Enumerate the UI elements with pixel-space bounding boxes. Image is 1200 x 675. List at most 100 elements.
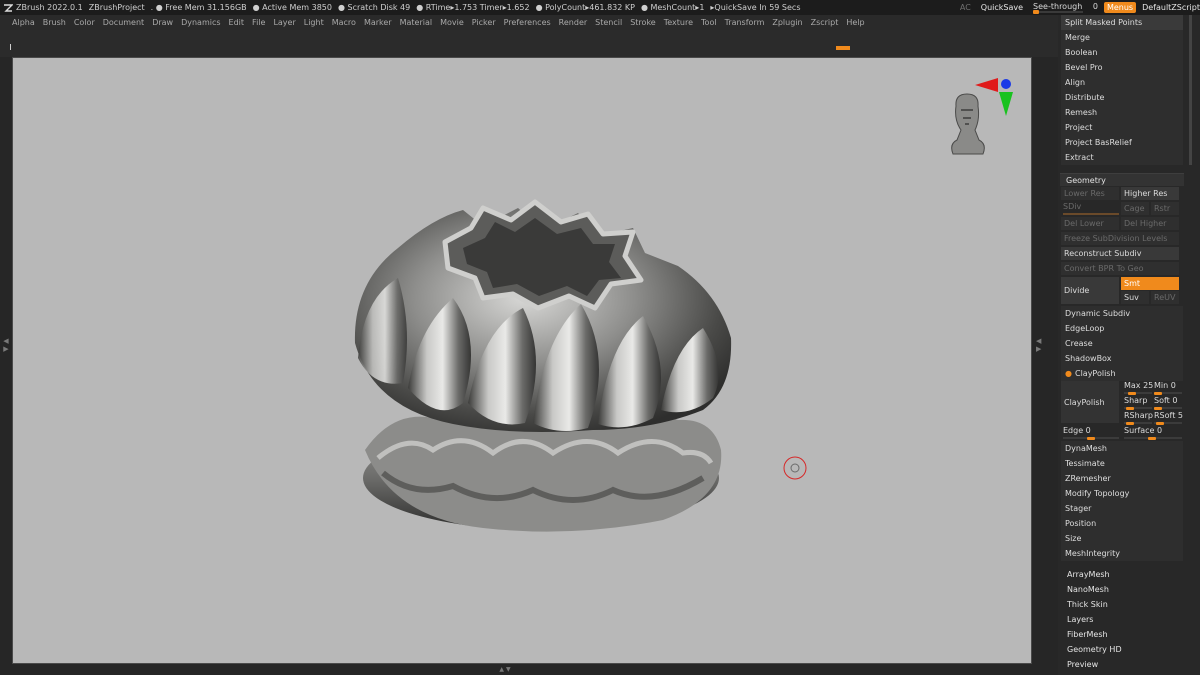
palette-scrollbar[interactable]: [1189, 15, 1192, 165]
menu-light[interactable]: Light: [304, 18, 324, 27]
rstr-button[interactable]: Rstr: [1151, 202, 1179, 215]
geometry-hd-section[interactable]: Geometry HD: [1067, 645, 1122, 654]
menu-brush[interactable]: Brush: [43, 18, 66, 27]
claypolish-button[interactable]: ClayPolish: [1061, 381, 1119, 423]
fibermesh-section[interactable]: FiberMesh: [1067, 630, 1108, 639]
min-knob[interactable]: [1154, 392, 1162, 395]
gizmo-y-axis[interactable]: [999, 92, 1013, 116]
project-basrelief-button[interactable]: Project BasRelief: [1061, 135, 1183, 150]
ac-button[interactable]: AC: [960, 3, 971, 12]
menu-stencil[interactable]: Stencil: [595, 18, 622, 27]
gizmo-x-axis[interactable]: [975, 78, 998, 92]
navigation-head-gizmo[interactable]: [951, 78, 1013, 155]
right-tray-arrow-icon[interactable]: ◀ ▶: [1036, 337, 1041, 353]
menu-dynamics[interactable]: Dynamics: [181, 18, 220, 27]
edge-slider[interactable]: Edge 0: [1063, 426, 1119, 440]
modify-topology-button[interactable]: Modify Topology: [1061, 486, 1183, 501]
menu-edit[interactable]: Edit: [229, 18, 245, 27]
menu-file[interactable]: File: [252, 18, 265, 27]
soft-slider[interactable]: Soft 0: [1154, 396, 1182, 410]
align-button[interactable]: Align: [1061, 75, 1183, 90]
split-masked-points-button[interactable]: Split Masked Points: [1061, 15, 1183, 30]
see-through-slider[interactable]: See-through 0: [1033, 2, 1098, 14]
rsharp-knob[interactable]: [1126, 422, 1134, 425]
nanomesh-section[interactable]: NanoMesh: [1067, 585, 1109, 594]
reuv-toggle[interactable]: ReUV: [1151, 291, 1179, 304]
bottom-tray-grip-icon[interactable]: ▲ ▼: [480, 667, 530, 673]
extract-button[interactable]: Extract: [1061, 150, 1183, 165]
sculpt-mesh[interactable]: [354, 199, 732, 532]
higher-res-button[interactable]: Higher Res: [1121, 187, 1179, 200]
default-zscript-button[interactable]: DefaultZScript: [1142, 3, 1200, 12]
stager-button[interactable]: Stager: [1061, 501, 1183, 516]
boolean-button[interactable]: Boolean: [1061, 45, 1183, 60]
menus-toggle[interactable]: Menus: [1103, 2, 1137, 13]
menu-document[interactable]: Document: [103, 18, 144, 27]
arraymesh-section[interactable]: ArrayMesh: [1067, 570, 1110, 579]
menu-texture[interactable]: Texture: [664, 18, 693, 27]
rsharp-slider[interactable]: RSharp: [1124, 411, 1153, 425]
edgeloop-button[interactable]: EdgeLoop: [1061, 321, 1183, 336]
cage-button[interactable]: Cage: [1121, 202, 1149, 215]
shadowbox-button[interactable]: ShadowBox: [1061, 351, 1183, 366]
menu-tool[interactable]: Tool: [701, 18, 717, 27]
edge-knob[interactable]: [1087, 437, 1095, 440]
sharp-knob[interactable]: [1126, 407, 1134, 410]
del-lower-button[interactable]: Del Lower: [1061, 217, 1119, 230]
reconstruct-subdiv-button[interactable]: Reconstruct Subdiv: [1061, 247, 1179, 260]
sharp-slider[interactable]: Sharp: [1124, 396, 1152, 410]
preview-section[interactable]: Preview: [1067, 660, 1098, 669]
thick-skin-section[interactable]: Thick Skin: [1067, 600, 1108, 609]
menu-help[interactable]: Help: [846, 18, 864, 27]
position-button[interactable]: Position: [1061, 516, 1183, 531]
dynamesh-button[interactable]: DynaMesh: [1061, 441, 1183, 456]
menu-stroke[interactable]: Stroke: [630, 18, 656, 27]
max-knob[interactable]: [1128, 392, 1136, 395]
viewport-scene[interactable]: [13, 58, 1032, 664]
surface-knob[interactable]: [1148, 437, 1156, 440]
document-canvas[interactable]: [12, 57, 1032, 664]
smt-toggle[interactable]: Smt: [1121, 277, 1179, 290]
menu-movie[interactable]: Movie: [440, 18, 464, 27]
rsoft-slider[interactable]: RSoft 5: [1154, 411, 1183, 425]
menu-alpha[interactable]: Alpha: [12, 18, 35, 27]
max-slider[interactable]: Max 25: [1124, 381, 1153, 395]
project-button[interactable]: Project: [1061, 120, 1183, 135]
bevel-pro-button[interactable]: Bevel Pro: [1061, 60, 1183, 75]
menu-marker[interactable]: Marker: [364, 18, 392, 27]
sdiv-slider[interactable]: SDiv: [1063, 202, 1119, 215]
divide-button[interactable]: Divide: [1061, 277, 1119, 304]
menu-color[interactable]: Color: [74, 18, 95, 27]
lower-res-button[interactable]: Lower Res: [1061, 187, 1119, 200]
convert-bpr-to-geo-button[interactable]: Convert BPR To Geo: [1061, 262, 1179, 275]
distribute-button[interactable]: Distribute: [1061, 90, 1183, 105]
left-tray-arrow-icon[interactable]: ◀ ▶: [2, 337, 10, 361]
layers-section[interactable]: Layers: [1067, 615, 1093, 624]
del-higher-button[interactable]: Del Higher: [1121, 217, 1179, 230]
menu-zplugin[interactable]: Zplugin: [772, 18, 802, 27]
menu-draw[interactable]: Draw: [152, 18, 173, 27]
remesh-button[interactable]: Remesh: [1061, 105, 1183, 120]
menu-zscript[interactable]: Zscript: [811, 18, 839, 27]
quicksave-button[interactable]: QuickSave: [981, 3, 1023, 12]
geometry-section-header[interactable]: Geometry: [1060, 173, 1184, 186]
size-button[interactable]: Size: [1061, 531, 1183, 546]
shelf-orange-indicator[interactable]: [836, 46, 850, 50]
meshintegrity-button[interactable]: MeshIntegrity: [1061, 546, 1183, 561]
menu-material[interactable]: Material: [400, 18, 433, 27]
dynamic-subdiv-button[interactable]: Dynamic Subdiv: [1061, 306, 1183, 321]
soft-knob[interactable]: [1154, 407, 1162, 410]
freeze-subdivision-levels-button[interactable]: Freeze SubDivision Levels: [1061, 232, 1179, 245]
menu-macro[interactable]: Macro: [332, 18, 356, 27]
zremesher-button[interactable]: ZRemesher: [1061, 471, 1183, 486]
menu-layer[interactable]: Layer: [273, 18, 295, 27]
rsoft-knob[interactable]: [1156, 422, 1164, 425]
tessimate-button[interactable]: Tessimate: [1061, 456, 1183, 471]
surface-slider[interactable]: Surface 0: [1124, 426, 1182, 440]
menu-preferences[interactable]: Preferences: [504, 18, 551, 27]
gizmo-z-axis[interactable]: [1001, 79, 1011, 89]
see-through-knob[interactable]: [1033, 10, 1040, 14]
crease-button[interactable]: Crease: [1061, 336, 1183, 351]
suv-toggle[interactable]: Suv: [1121, 291, 1149, 304]
claypolish-header[interactable]: ● ClayPolish: [1061, 366, 1183, 381]
